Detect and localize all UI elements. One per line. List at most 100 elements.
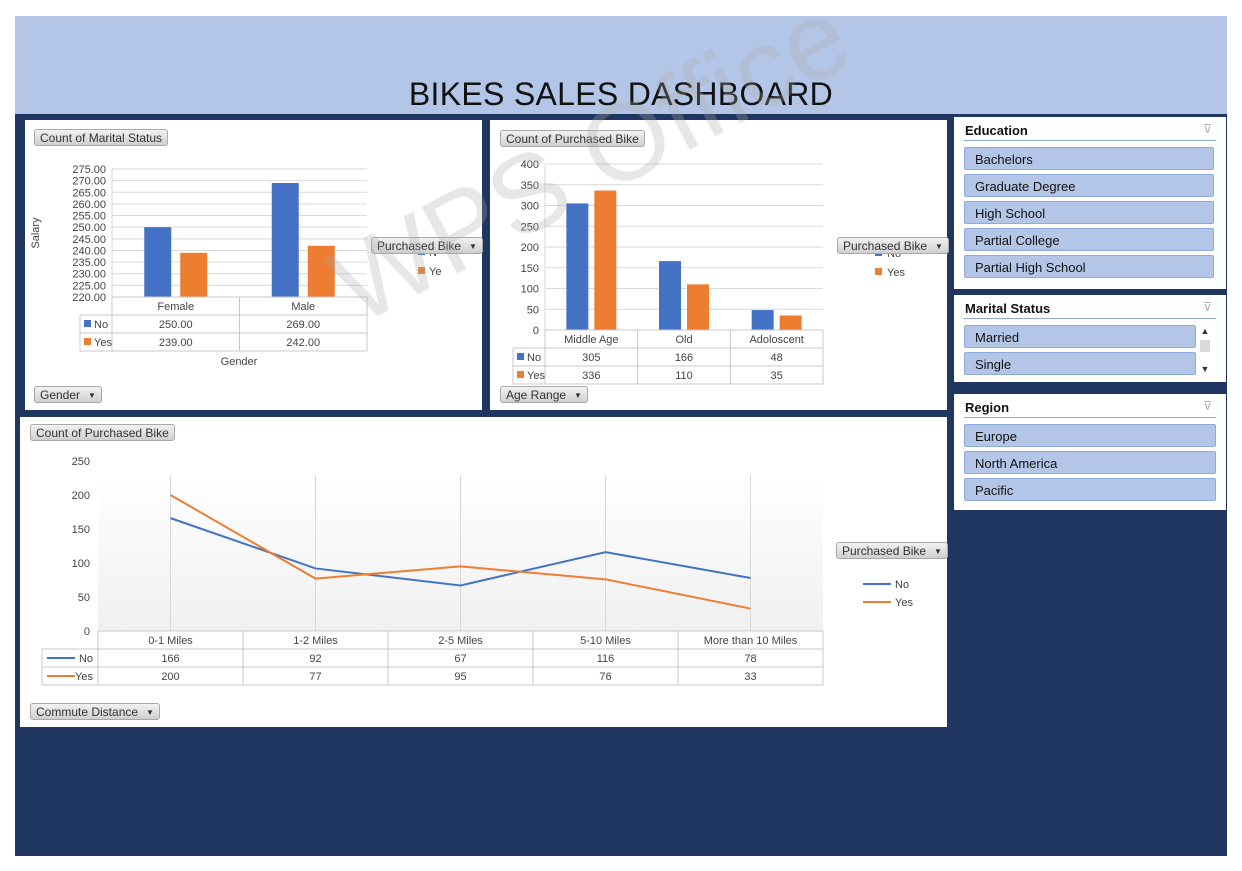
- value-field-label: Count of Purchased Bike: [506, 132, 639, 146]
- x-tick-label: Female: [157, 301, 194, 313]
- y-tick-label: 50: [527, 304, 539, 316]
- legend-label: No: [895, 579, 909, 591]
- x-tick-label: Middle Age: [564, 334, 618, 346]
- y-tick-label: 230.00: [72, 269, 106, 281]
- dashboard-title: BIKES SALES DASHBOARD: [408, 76, 834, 112]
- commute-chart-panel: Count of Purchased Bike 0 50 100 150 200 250 0…: [20, 417, 948, 727]
- bar-no: [144, 227, 172, 297]
- x-tick-label: More than 10 Miles: [704, 635, 798, 647]
- slicer-item-europe[interactable]: Europe: [964, 424, 1216, 447]
- slicer-item-graduate-degree[interactable]: Graduate Degree: [964, 174, 1214, 197]
- axis-field-button[interactable]: Commute Distance ▼: [30, 703, 160, 720]
- x-tick-label: Adoloscent: [749, 334, 803, 346]
- y-tick-label: 100: [521, 284, 539, 296]
- legend-label: Yes: [895, 597, 913, 609]
- x-tick-label: 5-10 Miles: [580, 635, 631, 647]
- y-tick-label: 240.00: [72, 245, 106, 257]
- bar-yes: [180, 252, 208, 297]
- slicer-item-single[interactable]: Single: [964, 352, 1196, 375]
- axis-field-button[interactable]: Gender ▼: [34, 386, 102, 403]
- slicer-item-partial-high-school[interactable]: Partial High School: [964, 255, 1214, 278]
- legend-field-button[interactable]: Purchased Bike ▼: [371, 237, 483, 254]
- commute-line-chart: 0 50 100 150 200 250 0-1 Miles 1-2 Miles 2-5 Mil…: [41, 456, 913, 686]
- legend-key-yes: [875, 268, 882, 275]
- slicer-scrollbar[interactable]: ▲ ▼: [1198, 325, 1212, 375]
- y-tick-label: 0: [84, 626, 90, 638]
- value-field-button[interactable]: Count of Purchased Bike: [30, 424, 175, 441]
- gender-bar-chart: 220.00225.00230.00235.00240.00245.00250.…: [30, 164, 441, 368]
- bar-no: [271, 182, 299, 297]
- table-cell: 242.00: [286, 337, 320, 349]
- legend-key-yes: [517, 371, 524, 378]
- table-cell: 116: [597, 653, 615, 665]
- bar-yes: [687, 284, 709, 330]
- y-tick-label: 270.00: [72, 176, 106, 188]
- axis-field-label: Commute Distance: [36, 705, 139, 719]
- dropdown-arrow-icon: ▼: [935, 242, 943, 251]
- slicer-item-pacific[interactable]: Pacific: [964, 478, 1216, 501]
- dropdown-arrow-icon: ▼: [469, 242, 477, 251]
- gender-chart-panel: Count of Marital Status 220.00 225.00 230.…: [25, 120, 483, 410]
- axis-field-button[interactable]: Age Range ▼: [500, 386, 588, 403]
- x-tick-label: 2-5 Miles: [438, 635, 483, 647]
- y-tick-label: 265.00: [72, 187, 106, 199]
- y-tick-label: 150: [521, 263, 539, 275]
- y-axis-title: Salary: [30, 217, 42, 249]
- y-tick-label: 400: [521, 159, 539, 171]
- y-tick-label: 245.00: [72, 234, 106, 246]
- region-slicer: Region ⊽ Europe North America Pacific: [954, 394, 1226, 510]
- legend-key-no: [84, 320, 91, 327]
- axis-field-label: Age Range: [506, 388, 567, 402]
- x-tick-label: Old: [675, 334, 692, 346]
- x-axis-title: Gender: [221, 356, 258, 368]
- y-tick-label: 275.00: [72, 164, 106, 176]
- table-cell: 200: [161, 671, 179, 683]
- value-field-button[interactable]: Count of Purchased Bike: [500, 130, 645, 147]
- bar-no: [566, 203, 589, 330]
- y-tick-label: 150: [72, 524, 90, 536]
- dropdown-arrow-icon: ▼: [146, 708, 154, 717]
- table-cell: 336: [582, 370, 600, 382]
- scroll-down-icon[interactable]: ▼: [1198, 363, 1212, 375]
- legend-label: Yes: [887, 267, 905, 279]
- table-cell: 95: [454, 671, 466, 683]
- slicer-divider: [964, 140, 1216, 141]
- legend-field-button[interactable]: Purchased Bike ▼: [837, 237, 949, 254]
- table-cell: 269.00: [286, 319, 320, 331]
- legend-field-label: Purchased Bike: [377, 239, 462, 253]
- dropdown-arrow-icon: ▼: [88, 391, 96, 400]
- clear-filter-icon[interactable]: ⊽: [1203, 122, 1212, 136]
- table-cell: 77: [309, 671, 321, 683]
- table-cell: 239.00: [159, 337, 193, 349]
- y-tick-label: 300: [521, 201, 539, 213]
- slicer-item-married[interactable]: Married: [964, 325, 1196, 348]
- value-field-button[interactable]: Count of Marital Status: [34, 129, 169, 146]
- bar-yes: [779, 315, 802, 330]
- clear-filter-icon[interactable]: ⊽: [1203, 300, 1212, 314]
- table-cell: 305: [582, 352, 600, 364]
- clear-filter-icon[interactable]: ⊽: [1203, 399, 1212, 413]
- value-field-label: Count of Marital Status: [40, 131, 163, 145]
- bar-no: [751, 310, 774, 330]
- value-field-label: Count of Purchased Bike: [36, 426, 169, 440]
- y-tick-label: 250: [521, 221, 539, 233]
- slicer-item-high-school[interactable]: High School: [964, 201, 1214, 224]
- dropdown-arrow-icon: ▼: [934, 547, 942, 556]
- table-cell: 110: [675, 370, 693, 382]
- slicer-item-bachelors[interactable]: Bachelors: [964, 147, 1214, 170]
- table-row-label: Yes: [94, 337, 112, 349]
- scroll-thumb[interactable]: [1200, 340, 1210, 352]
- y-tick-label: 260.00: [72, 199, 106, 211]
- slicer-header: Region: [965, 400, 1010, 415]
- education-slicer: Education ⊽ Bachelors Graduate Degree Hi…: [954, 117, 1226, 289]
- y-tick-label: 250: [72, 456, 90, 468]
- legend-field-button[interactable]: Purchased Bike ▼: [836, 542, 948, 559]
- scroll-up-icon[interactable]: ▲: [1198, 325, 1212, 337]
- slicer-item-partial-college[interactable]: Partial College: [964, 228, 1214, 251]
- table-row-label: No: [527, 352, 541, 364]
- slicer-header: Marital Status: [965, 301, 1051, 316]
- bar-yes: [307, 245, 335, 297]
- dashboard-frame: BIKES SALES DASHBOARD Count of Marital S…: [15, 16, 1227, 856]
- dashboard-header: BIKES SALES DASHBOARD: [15, 16, 1227, 114]
- slicer-item-north-america[interactable]: North America: [964, 451, 1216, 474]
